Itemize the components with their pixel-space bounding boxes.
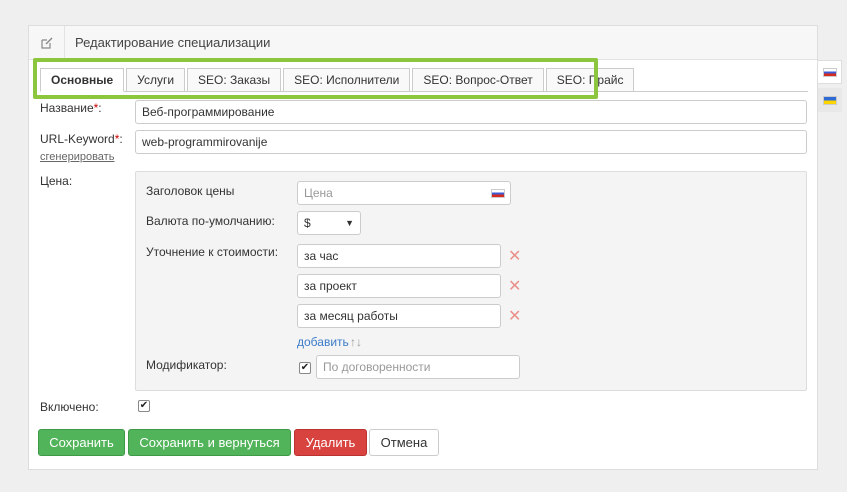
name-input[interactable]: Веб-программирование	[135, 100, 807, 124]
modifier-input[interactable]: По договоренности	[316, 355, 520, 379]
tab-seo-qa[interactable]: SEO: Вопрос-Ответ	[412, 68, 544, 92]
price-title-label: Заголовок цены	[146, 184, 235, 198]
remove-icon[interactable]: ✕	[508, 249, 522, 265]
name-label: Название*:	[40, 101, 102, 115]
generate-link[interactable]: сгенерировать	[40, 151, 114, 163]
modifier-label: Модификатор:	[146, 358, 227, 372]
save-button[interactable]: Сохранить	[38, 429, 125, 456]
enabled-label: Включено:	[40, 400, 99, 414]
currency-select[interactable]: $ ▼	[297, 211, 361, 235]
currency-label: Валюта по-умолчанию:	[146, 214, 275, 228]
tab-main[interactable]: Основные	[40, 68, 125, 92]
price-label: Цена:	[40, 174, 73, 188]
tab-seo-orders[interactable]: SEO: Заказы	[187, 68, 282, 92]
tab-services[interactable]: Услуги	[126, 68, 186, 92]
price-title-input[interactable]: Цена	[297, 181, 511, 205]
tab-bar: Основные Услуги SEO: Заказы SEO: Исполни…	[40, 68, 808, 92]
save-and-return-button[interactable]: Сохранить и вернуться	[128, 429, 291, 456]
page-title: Редактирование специализации	[75, 35, 271, 50]
lang-ru-button[interactable]	[818, 60, 842, 84]
url-keyword-input[interactable]: web-programmirovanije	[135, 130, 807, 154]
delete-button[interactable]: Удалить	[294, 429, 367, 456]
dropdown-arrow-icon: ▼	[345, 218, 354, 228]
remove-icon[interactable]: ✕	[508, 309, 522, 325]
clarify-input[interactable]: за проект	[297, 274, 501, 298]
remove-icon[interactable]: ✕	[508, 279, 522, 295]
add-clarification-link[interactable]: добавить	[297, 335, 349, 349]
flag-ru-icon	[822, 67, 837, 77]
panel-header: Редактирование специализации	[29, 25, 817, 60]
sort-icon[interactable]: ↑↓	[350, 335, 362, 349]
edit-icon	[29, 25, 65, 60]
clarify-label: Уточнение к стоимости:	[146, 245, 279, 259]
clarify-input[interactable]: за час	[297, 244, 501, 268]
cancel-button[interactable]: Отмена	[369, 429, 439, 456]
tab-seo-price[interactable]: SEO: Прайс	[545, 68, 635, 92]
url-keyword-label: URL-Keyword*:	[40, 132, 123, 146]
enabled-checkbox[interactable]: ✔	[138, 400, 150, 412]
lang-ua-button[interactable]	[818, 88, 842, 112]
clarify-input[interactable]: за месяц работы	[297, 304, 501, 328]
modifier-checkbox[interactable]: ✔	[299, 362, 311, 374]
flag-ru-icon	[491, 189, 505, 198]
tab-seo-performers[interactable]: SEO: Исполнители	[283, 68, 411, 92]
flag-ua-icon	[823, 95, 837, 105]
